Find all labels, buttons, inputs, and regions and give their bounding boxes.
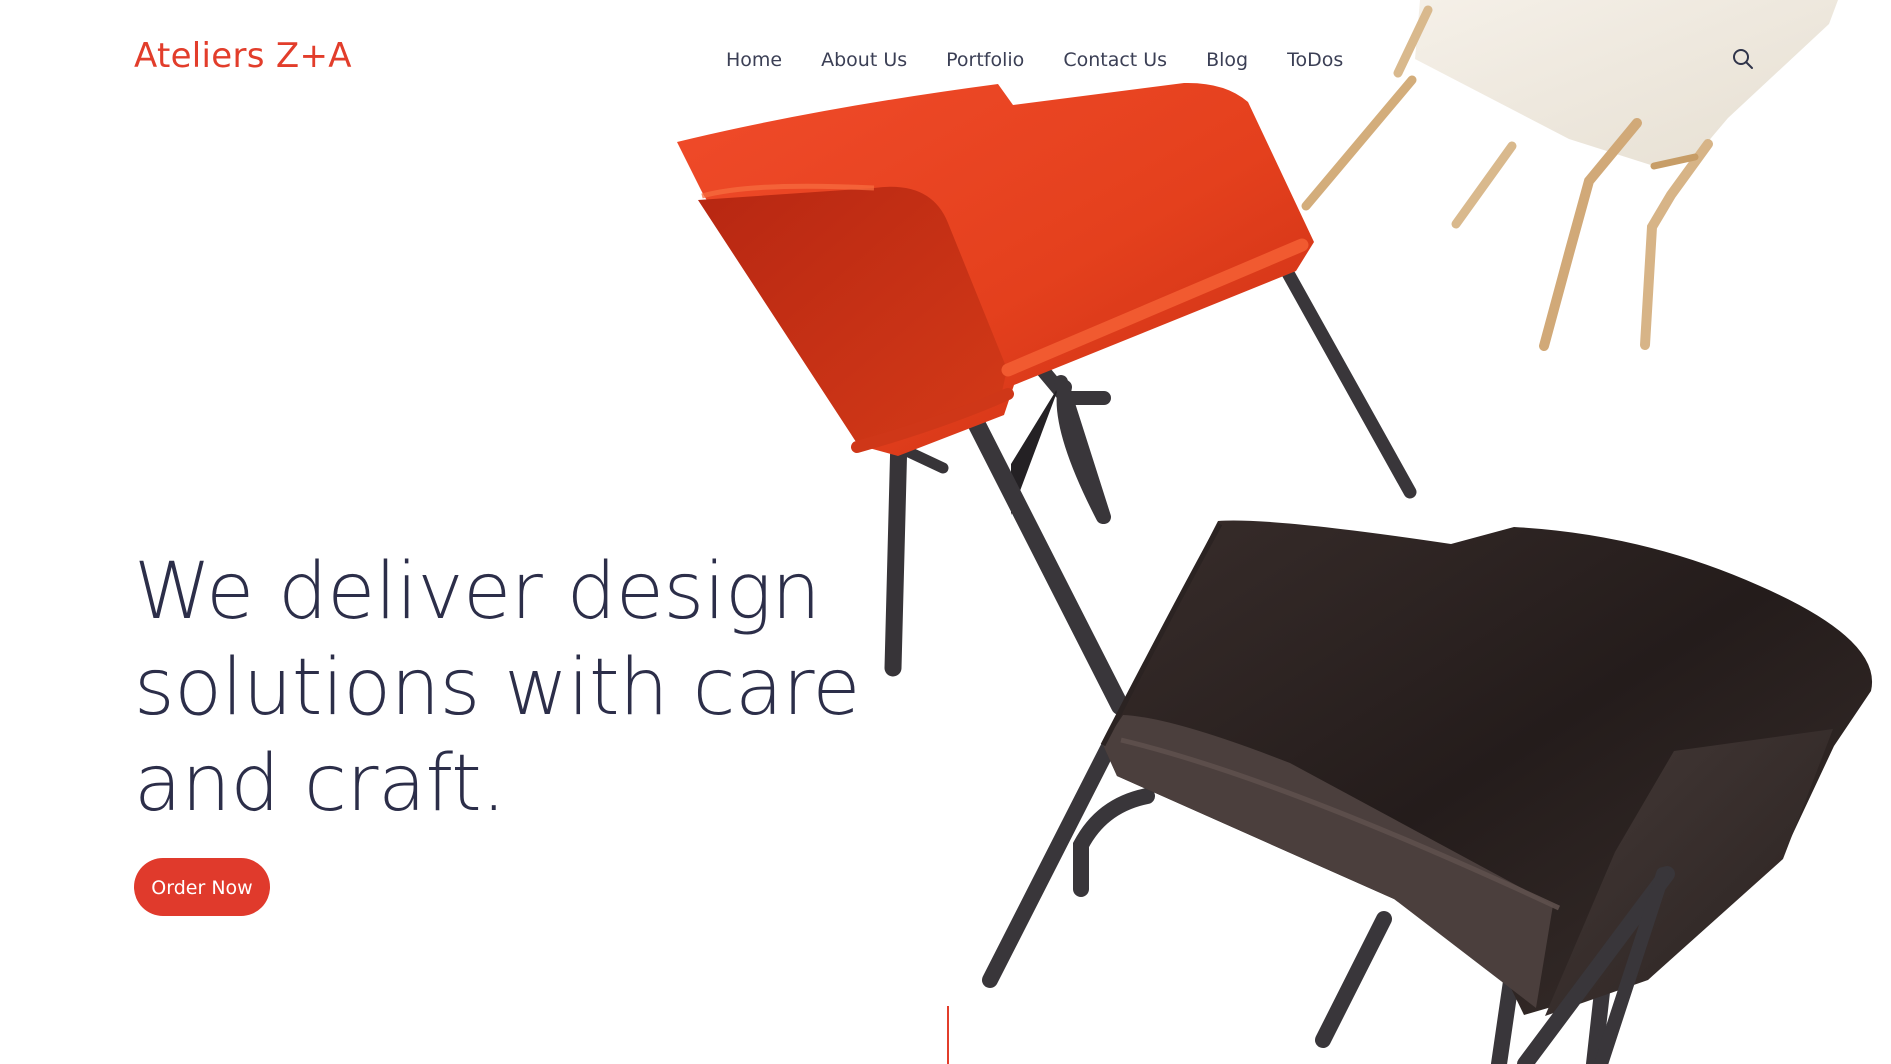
hero-headline: We deliver design solutions with care an… [134, 544, 914, 832]
logo[interactable]: Ateliers Z+A [134, 36, 352, 76]
hero-chairs-image [677, 0, 1873, 1064]
landing-page: Ateliers Z+A Home About Us Portfolio Con… [0, 0, 1891, 1064]
search-icon [1733, 49, 1753, 69]
search-button[interactable] [1726, 42, 1760, 76]
nav-home-link[interactable]: Home [726, 48, 782, 72]
nav-contact-us-link[interactable]: Contact Us [1063, 48, 1167, 72]
nav-todos-link[interactable]: ToDos [1287, 48, 1343, 72]
main-nav: Home About Us Portfolio Contact Us Blog … [726, 48, 1343, 72]
order-now-button[interactable]: Order Now [134, 858, 270, 916]
dark-brown-armchair [982, 520, 1873, 1064]
hero-headline-line-3: and craft. [134, 739, 506, 829]
nav-portfolio-link[interactable]: Portfolio [946, 48, 1024, 72]
hero-headline-line-1: We deliver design [134, 547, 821, 637]
nav-blog-link[interactable]: Blog [1206, 48, 1248, 72]
site-header: Ateliers Z+A Home About Us Portfolio Con… [0, 0, 1891, 120]
hero-headline-line-2: solutions with care [134, 643, 861, 733]
nav-about-us-link[interactable]: About Us [821, 48, 907, 72]
scroll-indicator-line [947, 1006, 949, 1064]
